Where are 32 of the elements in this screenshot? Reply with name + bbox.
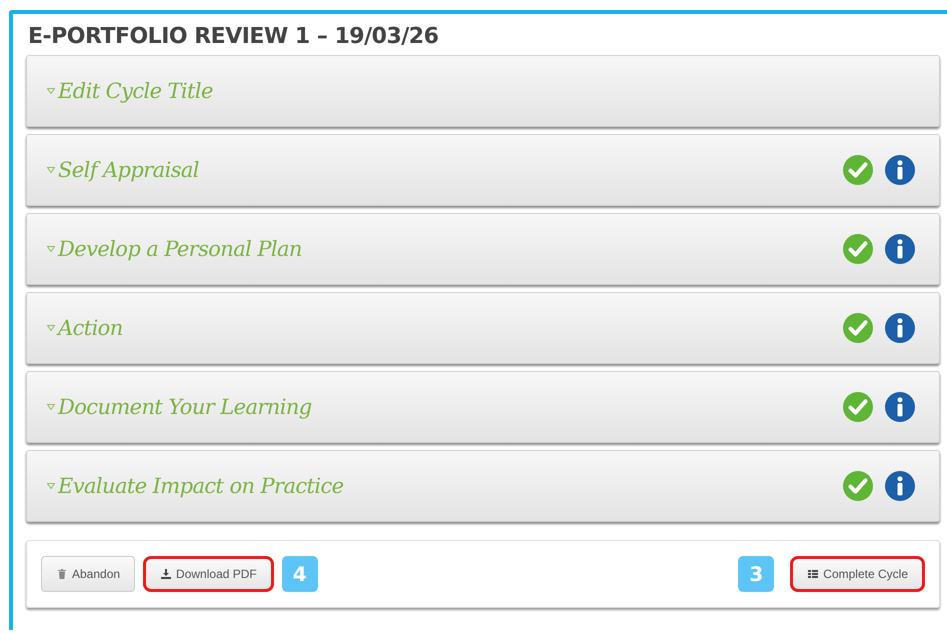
- accordion-panel[interactable]: Develop a Personal Plan: [26, 213, 940, 285]
- expand-icon: [47, 483, 55, 489]
- info-icon[interactable]: [885, 471, 915, 501]
- footer-button[interactable]: Complete Cycle: [790, 556, 925, 592]
- footer-button[interactable]: Download PDF: [143, 556, 274, 592]
- panel-title[interactable]: Document Your Learning: [47, 395, 312, 419]
- info-icon[interactable]: [885, 392, 915, 422]
- expand-icon: [47, 404, 55, 410]
- info-icon[interactable]: [885, 234, 915, 264]
- step-badge: 4: [282, 556, 318, 592]
- info-icon[interactable]: [885, 313, 915, 343]
- step-badge: 3: [738, 556, 774, 592]
- info-icon[interactable]: [885, 155, 915, 185]
- panel-title[interactable]: Action: [47, 316, 123, 340]
- expand-icon: [47, 88, 55, 94]
- panel-title[interactable]: Self Appraisal: [47, 158, 199, 182]
- page-title: E-PORTFOLIO REVIEW 1 – 19/03/26: [28, 24, 440, 49]
- expand-icon: [47, 325, 55, 331]
- expand-icon: [47, 246, 55, 252]
- panel-title[interactable]: Edit Cycle Title: [47, 79, 213, 103]
- trash-icon: [56, 568, 68, 580]
- download-icon: [160, 568, 172, 580]
- panel-title[interactable]: Evaluate Impact on Practice: [47, 474, 344, 498]
- list-icon: [807, 568, 820, 580]
- accordion-panel[interactable]: Action: [26, 292, 940, 364]
- expand-icon: [47, 167, 55, 173]
- accordion-panel[interactable]: Document Your Learning: [26, 371, 940, 443]
- panel-title[interactable]: Develop a Personal Plan: [47, 237, 302, 261]
- accordion-panel[interactable]: Self Appraisal: [26, 134, 940, 206]
- accordion-panel[interactable]: Evaluate Impact on Practice: [26, 450, 940, 522]
- footer-button[interactable]: Abandon: [41, 556, 136, 592]
- accordion-panel[interactable]: Edit Cycle Title: [26, 55, 940, 127]
